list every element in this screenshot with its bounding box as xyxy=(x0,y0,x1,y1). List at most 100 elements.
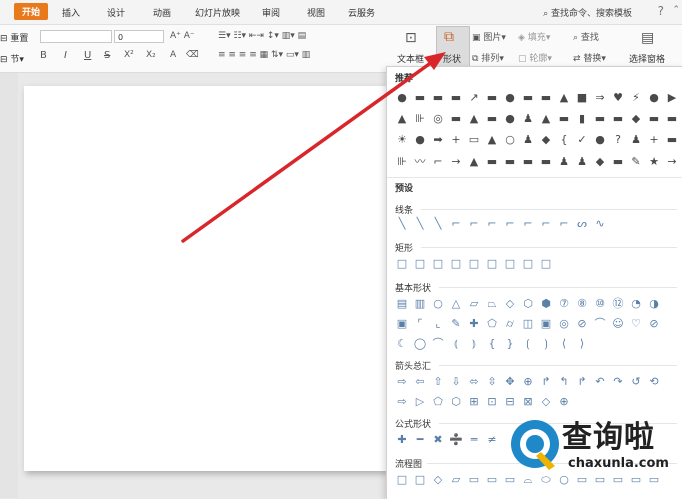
shape-option-icon[interactable]: ▬ xyxy=(609,110,627,128)
shape-option-icon[interactable]: ⊘ xyxy=(645,315,663,333)
shape-option-icon[interactable]: ▲ xyxy=(465,110,483,128)
shape-option-icon[interactable]: + xyxy=(447,131,465,149)
shape-option-icon[interactable]: ▬ xyxy=(645,110,663,128)
shape-option-icon[interactable]: ◆ xyxy=(537,131,555,149)
superscript-button[interactable]: X² xyxy=(124,50,134,60)
list-icons[interactable]: ☰▾ ☷▾ ⇤⇥ ↕▾ ▥▾ ▤ xyxy=(218,31,306,41)
shape-option-icon[interactable]: ⬡ xyxy=(519,295,537,313)
shape-option-icon[interactable]: ▬ xyxy=(483,89,501,107)
shape-option-icon[interactable]: ▣ xyxy=(393,315,411,333)
shape-option-icon[interactable]: ⟩ xyxy=(573,335,591,353)
shape-option-icon[interactable]: ▭ xyxy=(483,471,501,489)
shape-option-icon[interactable]: ⌭ xyxy=(501,315,519,333)
shape-option-icon[interactable]: □ xyxy=(465,255,483,273)
shape-option-icon[interactable]: ⌐ xyxy=(483,215,501,233)
shape-option-icon[interactable]: ⬡ xyxy=(447,393,465,411)
shape-option-icon[interactable]: ⇩ xyxy=(447,373,465,391)
shape-option-icon[interactable]: ⇨ xyxy=(393,373,411,391)
shape-option-icon[interactable]: ▬ xyxy=(555,110,573,128)
shape-option-icon[interactable]: ♟ xyxy=(555,153,573,171)
shape-option-icon[interactable]: □ xyxy=(411,471,429,489)
shape-option-icon[interactable]: ▬ xyxy=(519,89,537,107)
shape-option-icon[interactable]: ⟲ xyxy=(645,373,663,391)
shape-option-icon[interactable]: ⑫ xyxy=(609,295,627,313)
shape-option-icon[interactable]: ▬ xyxy=(447,89,465,107)
shape-option-icon[interactable]: ☾ xyxy=(393,335,411,353)
shape-option-icon[interactable]: ⌐ xyxy=(501,215,519,233)
shape-option-icon[interactable]: ◫ xyxy=(519,315,537,333)
shape-option-icon[interactable]: ⊕ xyxy=(519,373,537,391)
shape-option-icon[interactable]: ✖ xyxy=(429,431,447,449)
shape-option-icon[interactable]: ✓ xyxy=(573,131,591,149)
shape-option-icon[interactable]: ⟨ xyxy=(555,335,573,353)
shape-option-icon[interactable]: ⌐ xyxy=(447,215,465,233)
shape-option-icon[interactable]: ◇ xyxy=(429,471,447,489)
slide-canvas[interactable] xyxy=(24,86,386,471)
shape-option-icon[interactable]: □ xyxy=(483,255,501,273)
shape-option-icon[interactable]: ★ xyxy=(645,153,663,171)
underline-button[interactable]: U xyxy=(84,50,91,61)
shape-option-icon[interactable]: ▱ xyxy=(447,471,465,489)
shape-option-icon[interactable]: ▬ xyxy=(411,89,429,107)
shape-option-icon[interactable]: ╲ xyxy=(411,215,429,233)
shape-option-icon[interactable]: ▷ xyxy=(411,393,429,411)
shape-option-icon[interactable]: { xyxy=(483,335,501,353)
shape-option-icon[interactable]: ↷ xyxy=(609,373,627,391)
shape-option-icon[interactable]: ● xyxy=(645,89,663,107)
shape-option-icon[interactable]: ↺ xyxy=(627,373,645,391)
shape-option-icon[interactable]: ↱ xyxy=(573,373,591,391)
shape-option-icon[interactable]: ◆ xyxy=(627,110,645,128)
shape-option-icon[interactable]: □ xyxy=(519,255,537,273)
shape-option-icon[interactable]: ♥ xyxy=(609,89,627,107)
tab-design[interactable]: 设计 xyxy=(107,6,125,19)
shape-option-icon[interactable]: ▲ xyxy=(555,89,573,107)
shape-option-icon[interactable]: ✎ xyxy=(447,315,465,333)
shape-option-icon[interactable]: ▮ xyxy=(573,110,591,128)
align-icons[interactable]: ≡ ≡ ≡ ≡ ▦ ⇅▾ ▭▾ ▥ xyxy=(218,50,310,60)
shape-option-icon[interactable]: ▭ xyxy=(465,471,483,489)
shape-option-icon[interactable]: ♟ xyxy=(627,131,645,149)
shape-option-icon[interactable]: 〰 xyxy=(411,153,429,171)
shape-option-icon[interactable]: □ xyxy=(429,255,447,273)
shape-option-icon[interactable]: ⇳ xyxy=(483,373,501,391)
shape-option-icon[interactable]: ⇒ xyxy=(591,89,609,107)
shape-option-icon[interactable]: ⬠ xyxy=(483,315,501,333)
shape-option-icon[interactable]: ▲ xyxy=(393,110,411,128)
shape-option-icon[interactable]: ♟ xyxy=(573,153,591,171)
shape-option-icon[interactable]: ✚ xyxy=(393,431,411,449)
shape-option-icon[interactable]: ▬ xyxy=(609,153,627,171)
shape-button[interactable]: ⧉ 形状 xyxy=(436,26,470,68)
shape-option-icon[interactable]: ⇨ xyxy=(393,393,411,411)
shape-option-icon[interactable]: ☀ xyxy=(393,131,411,149)
shape-option-icon[interactable]: □ xyxy=(393,255,411,273)
shape-option-icon[interactable]: ◇ xyxy=(501,295,519,313)
shape-option-icon[interactable]: ◯ xyxy=(411,335,429,353)
font-grow-icon[interactable]: A⁺ A⁻ xyxy=(170,31,195,41)
shape-option-icon[interactable]: ▬ xyxy=(447,110,465,128)
shape-option-icon[interactable]: ↶ xyxy=(591,373,609,391)
shape-option-icon[interactable]: ⦆ xyxy=(465,335,483,353)
shape-option-icon[interactable]: ⌐ xyxy=(465,215,483,233)
shape-option-icon[interactable]: ⊡ xyxy=(483,393,501,411)
shape-option-icon[interactable]: ? xyxy=(609,131,627,149)
shape-option-icon[interactable]: ● xyxy=(393,89,411,107)
fill-button[interactable]: ◈ 填充▾ xyxy=(518,30,550,43)
shape-option-icon[interactable]: { xyxy=(555,131,573,149)
shape-option-icon[interactable]: ▱ xyxy=(465,295,483,313)
shape-option-icon[interactable]: ○ xyxy=(501,131,519,149)
clear-format-icon[interactable]: ⌫ xyxy=(186,50,199,60)
shape-option-icon[interactable]: ╲ xyxy=(393,215,411,233)
shape-option-icon[interactable]: ⌒ xyxy=(591,315,609,333)
section-button[interactable]: ⊟ 节▾ xyxy=(0,52,24,65)
shape-option-icon[interactable]: ○ xyxy=(429,295,447,313)
shape-option-icon[interactable]: ▣ xyxy=(537,315,555,333)
shape-option-icon[interactable]: □ xyxy=(393,471,411,489)
shape-option-icon[interactable]: ≠ xyxy=(483,431,501,449)
textbox-button[interactable]: ⊡ 文本框 xyxy=(397,27,434,69)
shape-option-icon[interactable]: ━ xyxy=(411,431,429,449)
shape-option-icon[interactable]: ∿ xyxy=(591,215,609,233)
shape-option-icon[interactable]: △ xyxy=(447,295,465,313)
shape-option-icon[interactable]: ⑦ xyxy=(555,295,573,313)
shape-option-icon[interactable]: } xyxy=(501,335,519,353)
help-icon[interactable]: ? xyxy=(658,4,664,18)
